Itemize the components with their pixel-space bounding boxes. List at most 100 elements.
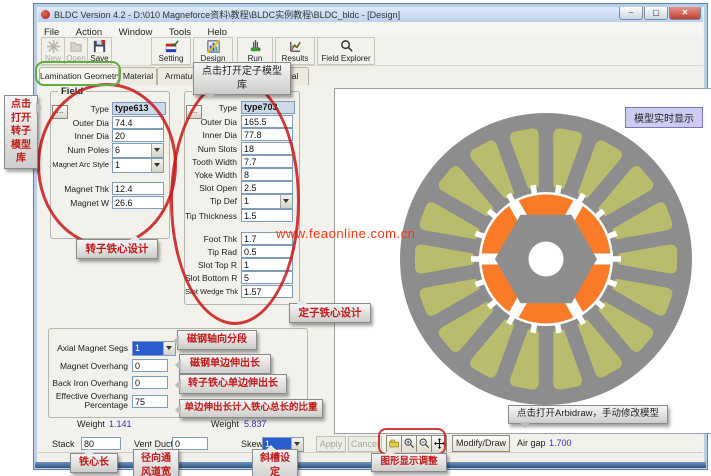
num-slots-input[interactable] bbox=[241, 142, 293, 155]
armature-group: Armature ... Type type703 Outer Dia Inne… bbox=[184, 91, 300, 305]
motor-cross-section bbox=[396, 109, 696, 409]
screenshot-page: BLDC Version 4.2 - D:\010 Magneforce资料\教… bbox=[0, 0, 711, 476]
open-icon bbox=[65, 39, 87, 54]
armature-row-slot-top-r: Slot Top R bbox=[185, 258, 299, 271]
field-inner-dia-input[interactable] bbox=[112, 129, 164, 142]
tab-bar: Lamination Geometry Material Armature Wi… bbox=[38, 65, 703, 86]
results-button[interactable]: Results bbox=[275, 37, 315, 65]
magnet-arc-style-combo[interactable]: 1 bbox=[112, 158, 164, 173]
field-group: Field ... Type type613 Outer Dia Inner D… bbox=[50, 91, 170, 239]
watermark-text: www.feaonline.com.cn bbox=[276, 226, 415, 241]
slot-top-r-input[interactable] bbox=[241, 258, 293, 271]
armature-inner-dia-input[interactable] bbox=[241, 128, 293, 141]
title-bar[interactable]: BLDC Version 4.2 - D:\010 Magneforce资料\教… bbox=[38, 7, 703, 22]
armature-weight-value: 5.837 bbox=[244, 419, 267, 429]
open-button[interactable]: Open bbox=[64, 37, 88, 65]
rotor-design-callout: 转子铁心设计 bbox=[76, 239, 158, 259]
armature-row-num-slots: Num Slots bbox=[185, 142, 299, 155]
main-toolbar: New Open Save Setting Design Run bbox=[38, 35, 703, 66]
magnet-overhang-input[interactable] bbox=[132, 359, 168, 372]
arbidraw-tooltip: 点击打开Arbidraw，手动修改模型 bbox=[508, 405, 668, 424]
field-row-magnet-thk: Magnet Thk bbox=[51, 182, 169, 195]
magnet-thk-input[interactable] bbox=[112, 182, 164, 195]
field-row-outer-dia: Outer Dia bbox=[51, 116, 169, 129]
armature-type-value[interactable]: type703 bbox=[241, 101, 295, 114]
slot-bottom-r-input[interactable] bbox=[241, 271, 293, 284]
app-icon bbox=[41, 10, 50, 19]
armature-row-tip-thickness: Tip Thickness bbox=[185, 209, 299, 222]
axial-seg-callout: 磁钢轴向分段 bbox=[177, 330, 257, 350]
armature-row-yoke-width: Yoke Width bbox=[185, 168, 299, 181]
airgap-label: Air gap bbox=[517, 438, 546, 448]
chevron-down-icon[interactable] bbox=[280, 195, 292, 208]
minimize-button[interactable]: – bbox=[619, 7, 643, 20]
cancel-button[interactable]: Cancel bbox=[348, 436, 382, 452]
save-icon bbox=[88, 39, 111, 54]
armature-row-tip-rad: Tip Rad bbox=[185, 245, 299, 258]
armature-row-type: Type type703 bbox=[185, 101, 299, 114]
stack-length-callout: 铁心长 bbox=[70, 453, 118, 473]
slot-open-input[interactable] bbox=[241, 181, 293, 194]
field-row-inner-dia: Inner Dia bbox=[51, 129, 169, 142]
effective-overhang-input[interactable] bbox=[132, 395, 168, 408]
tip-def-combo[interactable]: 1 bbox=[241, 194, 293, 209]
zoom-in-icon bbox=[404, 438, 415, 449]
setting-icon bbox=[152, 39, 190, 54]
field-explorer-button[interactable]: Field Explorer bbox=[317, 37, 375, 65]
field-outer-dia-input[interactable] bbox=[112, 116, 164, 129]
design-button[interactable]: Design bbox=[193, 37, 233, 65]
client-area: Field ... Type type613 Outer Dia Inner D… bbox=[38, 86, 703, 449]
tip-thickness-input[interactable] bbox=[241, 209, 293, 222]
yoke-width-input[interactable] bbox=[241, 168, 293, 181]
armature-row-slot-open: Slot Open bbox=[185, 181, 299, 194]
maximize-button[interactable]: ▢ bbox=[644, 7, 668, 20]
stator-lib-tooltip: 点击打开定子模型库 bbox=[193, 62, 291, 95]
magnet-overhang-callout: 磁钢单边伸出长 bbox=[179, 354, 271, 374]
new-button[interactable]: New bbox=[41, 37, 65, 65]
armature-outer-dia-input[interactable] bbox=[241, 115, 293, 128]
chevron-down-icon[interactable] bbox=[151, 159, 163, 172]
zoom-out-icon bbox=[419, 438, 430, 449]
tooth-width-input[interactable] bbox=[241, 155, 293, 168]
pan-icon bbox=[434, 438, 445, 449]
armature-row-slot-wedge-thk: Slot Wedge Thk bbox=[185, 285, 299, 298]
apply-button[interactable]: Apply bbox=[316, 436, 346, 452]
save-button[interactable]: Save bbox=[87, 37, 112, 65]
tip-rad-input[interactable] bbox=[241, 245, 293, 258]
num-poles-combo[interactable]: 6 bbox=[112, 143, 164, 158]
slot-wedge-thk-input[interactable] bbox=[241, 285, 293, 298]
field-row-type: Type type613 bbox=[51, 102, 169, 115]
close-button[interactable]: ✕ bbox=[669, 7, 701, 20]
run-button[interactable]: Run bbox=[237, 37, 273, 65]
field-row-magnet-arc-style: Magnet Arc Style 1 bbox=[51, 158, 169, 171]
armature-row-outer-dia: Outer Dia bbox=[185, 115, 299, 128]
tab-material[interactable]: Material bbox=[119, 67, 157, 85]
window-controls: – ▢ ✕ bbox=[618, 7, 701, 20]
view-adjust-callout: 图形显示调整 bbox=[371, 453, 447, 472]
magnet-w-input[interactable] bbox=[112, 196, 164, 209]
airgap-value: 1.700 bbox=[549, 438, 572, 448]
armature-row-tooth-width: Tooth Width bbox=[185, 155, 299, 168]
back-iron-overhang-input[interactable] bbox=[132, 376, 168, 389]
armature-row-slot-bottom-r: Slot Bottom R bbox=[185, 271, 299, 284]
realtime-model-label: 模型实时显示 bbox=[625, 107, 703, 128]
design-icon bbox=[194, 39, 232, 54]
chevron-down-icon[interactable] bbox=[151, 144, 163, 157]
stator-design-callout: 定子铁心设计 bbox=[289, 303, 371, 323]
new-icon bbox=[42, 39, 64, 54]
armature-weight-label: Weight bbox=[211, 419, 239, 429]
setting-button[interactable]: Setting bbox=[151, 37, 191, 65]
run-icon bbox=[238, 39, 272, 54]
backiron-overhang-callout: 转子铁心单边伸出长 bbox=[179, 374, 287, 394]
field-row-magnet-w: Magnet W bbox=[51, 196, 169, 209]
model-canvas: ▲ ▼ 模型实时显示 bbox=[334, 88, 711, 434]
window-title: BLDC Version 4.2 - D:\010 Magneforce资料\教… bbox=[54, 8, 400, 21]
armature-row-tip-def: Tip Def 1 bbox=[185, 194, 299, 207]
modify-draw-button[interactable]: Modify/Draw bbox=[452, 435, 510, 452]
field-type-value[interactable]: type613 bbox=[112, 102, 166, 115]
vent-width-callout: 径向通风道宽 bbox=[133, 449, 179, 476]
menu-bar: File Action Window Tools Help bbox=[38, 22, 703, 36]
tab-lamination-geometry[interactable]: Lamination Geometry bbox=[39, 67, 119, 85]
skew-set-callout: 斜槽设定 bbox=[252, 449, 298, 476]
rotor-lib-callout: 点击打开转子模型库 bbox=[4, 95, 38, 169]
